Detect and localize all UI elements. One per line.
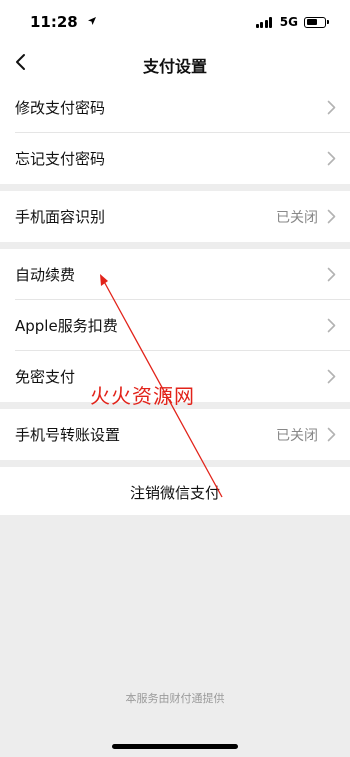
annotation-arrow: [100, 274, 223, 498]
footer-note: 本服务由财付通提供: [125, 692, 225, 705]
home-indicator: [112, 744, 238, 749]
